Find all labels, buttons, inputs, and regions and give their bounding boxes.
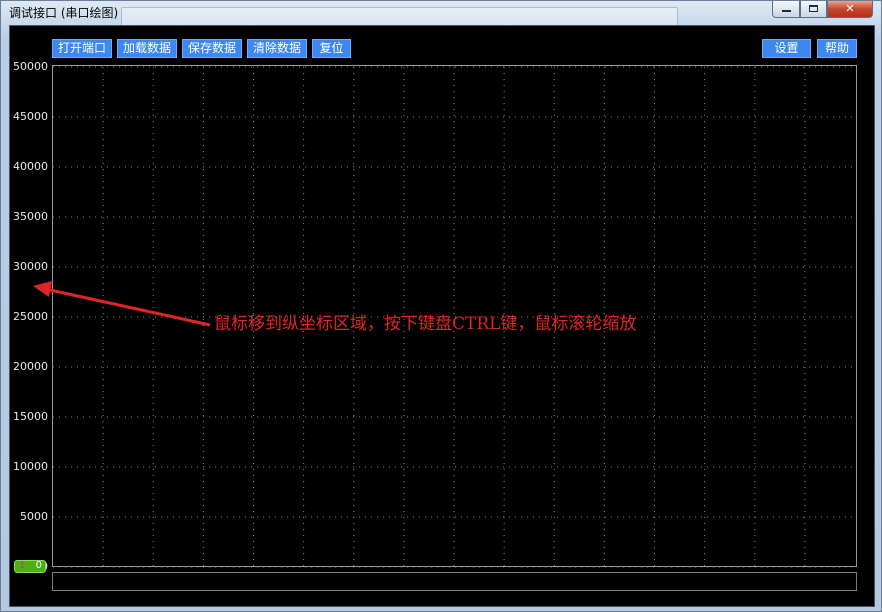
- annotation-arrow-line: [49, 288, 211, 327]
- annotation-arrow-layer: [33, 281, 211, 327]
- annotation-arrow-head: [33, 281, 52, 297]
